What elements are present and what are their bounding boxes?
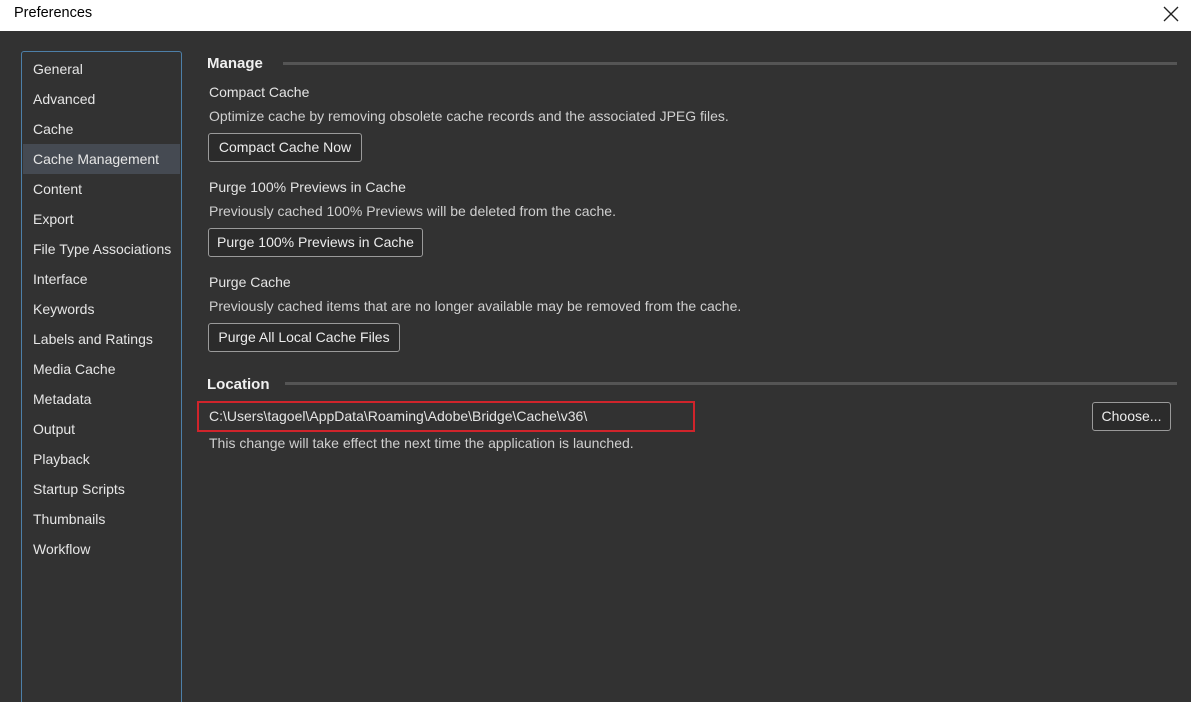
manage-section-divider: [283, 62, 1177, 65]
cache-location-path-field[interactable]: C:\Users\tagoel\AppData\Roaming\Adobe\Br…: [197, 401, 695, 432]
sidebar-item-export[interactable]: Export: [23, 204, 180, 234]
sidebar-item-thumbnails[interactable]: Thumbnails: [23, 504, 180, 534]
sidebar-item-keywords[interactable]: Keywords: [23, 294, 180, 324]
sidebar-item-labels-and-ratings[interactable]: Labels and Ratings: [23, 324, 180, 354]
sidebar-item-playback[interactable]: Playback: [23, 444, 180, 474]
choose-location-button[interactable]: Choose...: [1092, 402, 1171, 431]
sidebar-item-output[interactable]: Output: [23, 414, 180, 444]
preferences-dialog: Preferences General Advanced Cache Cache…: [0, 0, 1191, 702]
sidebar-item-cache[interactable]: Cache: [23, 114, 180, 144]
sidebar-item-content[interactable]: Content: [23, 174, 180, 204]
sidebar-item-cache-management[interactable]: Cache Management: [23, 144, 180, 174]
close-icon: [1163, 6, 1179, 22]
location-section-divider: [285, 382, 1177, 385]
purge-all-local-cache-files-button[interactable]: Purge All Local Cache Files: [208, 323, 400, 352]
sidebar-item-advanced[interactable]: Advanced: [23, 84, 180, 114]
sidebar-item-media-cache[interactable]: Media Cache: [23, 354, 180, 384]
purge-cache-label: Purge Cache: [209, 274, 291, 290]
location-section-title: Location: [207, 376, 270, 393]
sidebar-item-metadata[interactable]: Metadata: [23, 384, 180, 414]
compact-cache-now-button[interactable]: Compact Cache Now: [208, 133, 362, 162]
sidebar-item-startup-scripts[interactable]: Startup Scripts: [23, 474, 180, 504]
location-change-note: This change will take effect the next ti…: [209, 435, 634, 451]
title-bar: Preferences: [0, 0, 1191, 31]
purge-previews-button[interactable]: Purge 100% Previews in Cache: [208, 228, 423, 257]
sidebar-item-file-type-associations[interactable]: File Type Associations: [23, 234, 180, 264]
compact-cache-description: Optimize cache by removing obsolete cach…: [209, 108, 729, 124]
sidebar-item-workflow[interactable]: Workflow: [23, 534, 180, 564]
window-title: Preferences: [14, 5, 93, 21]
sidebar-item-interface[interactable]: Interface: [23, 264, 180, 294]
manage-section-title: Manage: [207, 55, 263, 72]
purge-previews-description: Previously cached 100% Previews will be …: [209, 203, 616, 219]
close-button[interactable]: [1149, 0, 1191, 31]
purge-previews-label: Purge 100% Previews in Cache: [209, 179, 406, 195]
sidebar-item-general[interactable]: General: [23, 54, 180, 84]
compact-cache-label: Compact Cache: [209, 84, 310, 100]
purge-cache-description: Previously cached items that are no long…: [209, 298, 742, 314]
preferences-sidebar: General Advanced Cache Cache Management …: [21, 51, 182, 702]
